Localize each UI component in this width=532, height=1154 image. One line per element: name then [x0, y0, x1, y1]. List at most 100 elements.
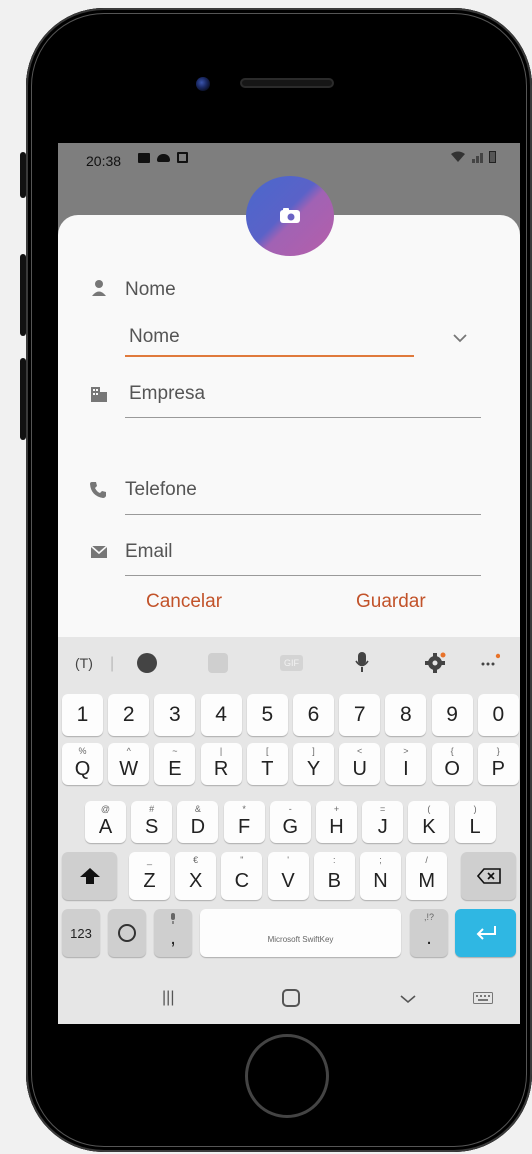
key-hint-label: :	[333, 855, 336, 865]
dialog-actions: Cancelar Guardar	[58, 577, 520, 637]
camera-icon	[280, 208, 300, 223]
key-2[interactable]: 2	[108, 694, 150, 736]
key-3[interactable]: 3	[154, 694, 196, 736]
key-label: T	[261, 757, 274, 780]
key-hint-label: %	[78, 746, 87, 756]
home-button[interactable]	[245, 1034, 329, 1118]
smiley-icon	[118, 924, 136, 942]
period-key[interactable]: ,!?.	[410, 909, 448, 957]
key-hint-label: #	[149, 804, 155, 814]
cancel-button[interactable]: Cancelar	[146, 591, 222, 613]
key-m[interactable]: / M	[406, 852, 448, 900]
key-label: H	[329, 815, 344, 838]
screen: 20:38 Nome Nome Empresa Telefone Email C…	[58, 143, 520, 1024]
email-field[interactable]: Email	[125, 541, 173, 563]
key-f[interactable]: * F	[223, 801, 265, 843]
space-bar-label: Microsoft SwiftKey	[267, 934, 334, 944]
key-o[interactable]: {O	[431, 743, 473, 785]
key-y[interactable]: ] Y	[293, 743, 334, 785]
key-l[interactable]: ) L	[454, 801, 496, 843]
name-dropdown-underline	[125, 355, 414, 357]
key-e[interactable]: ~ E	[154, 743, 196, 785]
phone-field[interactable]: Telefone	[125, 479, 197, 501]
key-label: 4	[215, 703, 227, 726]
key-h[interactable]: + H	[316, 801, 357, 843]
key-label: M	[418, 869, 436, 892]
name-dropdown-value[interactable]: Nome	[129, 326, 180, 348]
key-d[interactable]: & D	[177, 801, 219, 843]
more-options-icon[interactable]	[480, 653, 500, 667]
shift-key[interactable]	[62, 852, 117, 900]
comma-key[interactable]: ,	[154, 909, 192, 957]
settings-gear-icon[interactable]	[424, 652, 446, 674]
key-t[interactable]: [T	[246, 743, 288, 785]
key-1[interactable]: 1	[62, 694, 103, 736]
mic-hint-icon	[171, 913, 175, 924]
key-p[interactable]: } P	[477, 743, 519, 785]
key-label: 5	[261, 703, 274, 726]
microphone-icon[interactable]	[355, 651, 369, 673]
text-prediction-icon[interactable]: (T)	[75, 655, 93, 671]
key-hint-label: =	[380, 804, 386, 814]
key-label: S	[145, 815, 159, 838]
hide-keyboard-icon[interactable]	[400, 994, 416, 1004]
key-hint-label: }	[496, 746, 500, 756]
key-label: U	[352, 757, 367, 780]
key-a[interactable]: @ A	[85, 801, 126, 843]
key-hint-label: '	[287, 855, 289, 865]
key-label: D	[190, 815, 206, 838]
key-u[interactable]: < U	[339, 743, 381, 785]
enter-key[interactable]	[455, 909, 516, 957]
key-n[interactable]: ; N	[360, 852, 401, 900]
key-5[interactable]: 5	[246, 694, 288, 736]
key-b[interactable]: :B	[313, 852, 355, 900]
key-c[interactable]: " C	[221, 852, 263, 900]
company-field[interactable]: Empresa	[129, 383, 205, 405]
emoji-icon[interactable]	[137, 653, 157, 673]
phone-field-underline	[125, 514, 481, 515]
key-7[interactable]: 7	[339, 694, 381, 736]
gif-icon[interactable]: GIF	[280, 655, 303, 671]
key-label: Y	[306, 757, 321, 780]
key-label: G	[282, 815, 299, 838]
key-label: Z	[143, 869, 156, 892]
key-r[interactable]: | R	[200, 743, 242, 785]
key-label: E	[168, 757, 182, 780]
backspace-key[interactable]	[461, 852, 516, 900]
key-6[interactable]: 6	[293, 694, 334, 736]
key-j[interactable]: = J	[362, 801, 404, 843]
key-q[interactable]: % Q	[62, 743, 103, 785]
symbols-key[interactable]: 123	[62, 909, 100, 957]
key-x[interactable]: € X	[175, 852, 217, 900]
sticker-icon[interactable]	[208, 653, 228, 673]
chevron-down-icon[interactable]	[453, 333, 467, 343]
key-9[interactable]: 9	[431, 694, 473, 736]
key-hint-label: >	[403, 746, 409, 756]
key-8[interactable]: 8	[385, 694, 427, 736]
toolbar-divider: |	[110, 655, 115, 672]
company-field-underline	[125, 417, 481, 418]
email-icon	[90, 545, 108, 558]
key-i[interactable]: > I	[385, 743, 427, 785]
key-z[interactable]: _ Z	[129, 852, 170, 900]
key-g[interactable]: -G	[269, 801, 311, 843]
key-0[interactable]: 0	[477, 694, 519, 736]
contact-photo-button[interactable]	[246, 176, 334, 256]
key-w[interactable]: ^ W	[108, 743, 150, 785]
key-4[interactable]: 4	[200, 694, 242, 736]
key-label: B	[327, 869, 341, 892]
key-v[interactable]: ' V	[267, 852, 309, 900]
home-nav-icon[interactable]	[282, 989, 300, 1007]
key-label: 6	[307, 703, 320, 726]
key-s[interactable]: # S	[131, 801, 173, 843]
enter-icon	[476, 926, 496, 940]
space-bar[interactable]: Microsoft SwiftKey	[200, 909, 401, 957]
emoji-key[interactable]	[108, 909, 146, 957]
key-k[interactable]: (K	[408, 801, 450, 843]
keyboard-switch-icon[interactable]	[473, 992, 493, 1004]
key-hint-label: €	[193, 855, 199, 865]
key-label: 123	[70, 925, 92, 941]
recent-apps-icon[interactable]: |||	[162, 989, 174, 1007]
save-button[interactable]: Guardar	[356, 591, 426, 613]
status-bar: 20:38	[58, 143, 520, 177]
